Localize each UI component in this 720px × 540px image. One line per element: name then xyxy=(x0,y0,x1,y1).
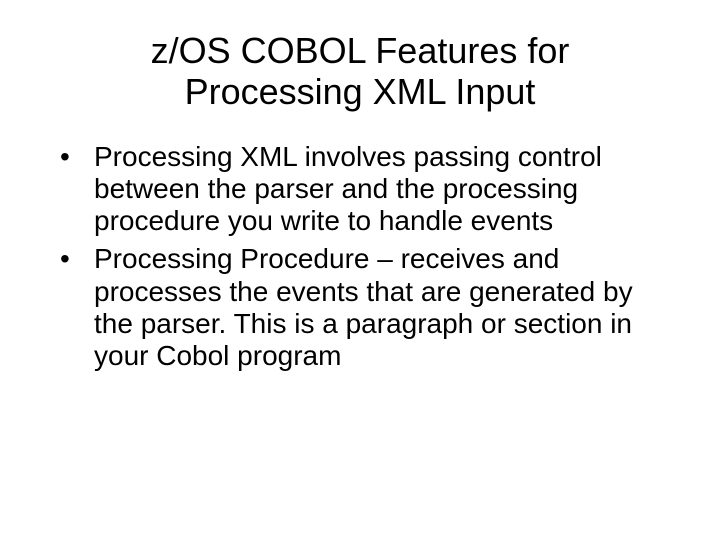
bullet-list: Processing XML involves passing control … xyxy=(40,141,680,372)
slide-title: z/OS COBOL Features for Processing XML I… xyxy=(100,30,620,113)
slide: z/OS COBOL Features for Processing XML I… xyxy=(0,0,720,540)
list-item: Processing Procedure – receives and proc… xyxy=(60,243,670,372)
list-item: Processing XML involves passing control … xyxy=(60,141,670,238)
slide-body: Processing XML involves passing control … xyxy=(40,141,680,372)
